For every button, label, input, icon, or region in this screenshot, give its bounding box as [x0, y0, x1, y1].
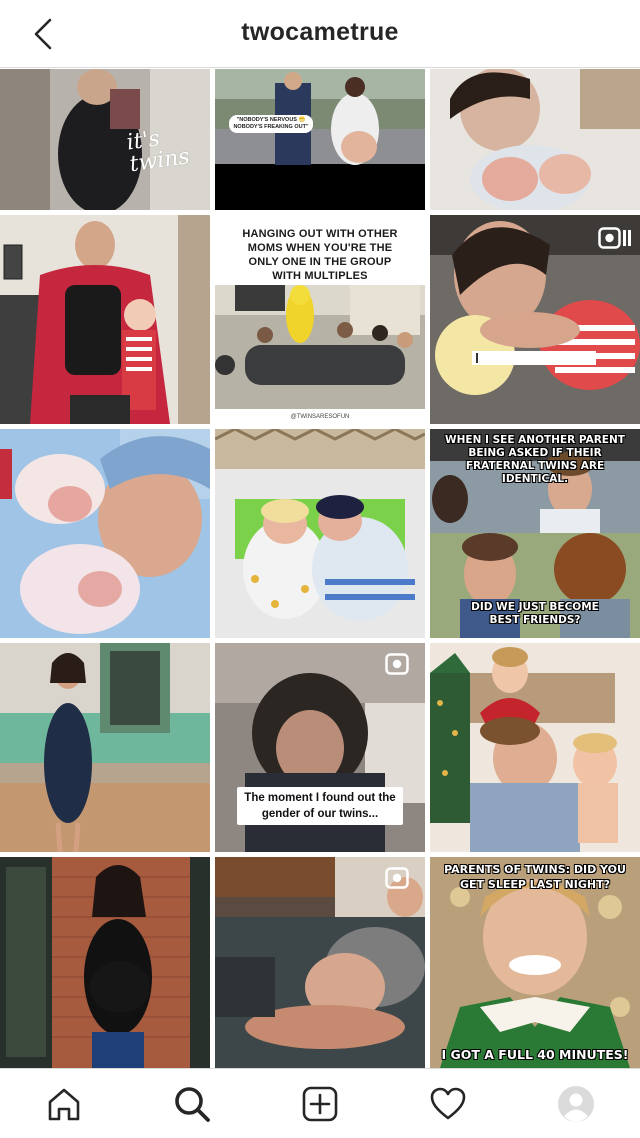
- post-bottom-text: I GOT A FULL 40 MINUTES!: [441, 1047, 629, 1062]
- post-tile-15[interactable]: PARENTS OF TWINS: DID YOU GET SLEEP LAST…: [430, 857, 640, 1068]
- post-credit-text: @TWINSARESOFUN: [290, 414, 350, 420]
- post-tile-11[interactable]: The moment I found out the gender of our…: [215, 643, 425, 852]
- post-image: [0, 643, 210, 852]
- post-image: [215, 69, 425, 210]
- profile-username-title: twocametrue: [241, 18, 399, 46]
- post-tile-6[interactable]: [430, 215, 640, 424]
- video-icon: [385, 653, 409, 675]
- post-tile-14[interactable]: [215, 857, 425, 1068]
- post-bottom-text: DID WE JUST BECOME BEST FRIENDS?: [471, 601, 599, 626]
- reel-icon: [598, 227, 632, 249]
- post-overlay-text: PARENTS OF TWINS: DID YOU GET SLEEP LAST…: [444, 863, 626, 891]
- post-image: [430, 69, 640, 210]
- nav-profile-button[interactable]: [553, 1081, 599, 1127]
- post-tile-2[interactable]: "NOBODY'S NERVOUS 😬 NOBODY'S FREAKING OU…: [215, 69, 425, 210]
- nav-new-post-button[interactable]: [297, 1081, 343, 1127]
- post-image: [0, 857, 210, 1068]
- post-tile-13[interactable]: [0, 857, 210, 1068]
- avatar-icon: [558, 1086, 594, 1122]
- post-tile-3[interactable]: [430, 69, 640, 210]
- post-overlay-text: "NOBODY'S NERVOUS 😬 NOBODY'S FREAKING OU…: [229, 115, 313, 133]
- home-icon: [48, 1088, 80, 1121]
- post-tile-7[interactable]: [0, 429, 210, 638]
- post-tile-4[interactable]: [0, 215, 210, 424]
- post-tile-5[interactable]: HANGING OUT WITH OTHER MOMS WHEN YOU'RE …: [215, 215, 425, 424]
- nav-activity-button[interactable]: [425, 1081, 471, 1127]
- post-overlay-text: HANGING OUT WITH OTHER MOMS WHEN YOU'RE …: [242, 228, 398, 282]
- post-grid: it's twins "NOBODY'S NERVOUS 😬 NOBODY'S …: [0, 69, 640, 1068]
- post-image: [215, 429, 425, 638]
- video-icon: [385, 867, 409, 889]
- post-tile-12[interactable]: [430, 643, 640, 852]
- post-overlay-text: WHEN I SEE ANOTHER PARENT BEING ASKED IF…: [445, 434, 625, 485]
- plus-square-icon: [302, 1086, 338, 1122]
- top-bar: twocametrue: [0, 0, 640, 68]
- post-tile-8[interactable]: [215, 429, 425, 638]
- heart-icon: [430, 1087, 466, 1120]
- search-icon: [175, 1087, 210, 1122]
- post-tile-10[interactable]: [0, 643, 210, 852]
- post-image: [430, 643, 640, 852]
- post-image: [0, 215, 210, 424]
- post-overlay-text: The moment I found out the gender of our…: [237, 787, 403, 825]
- post-tile-9[interactable]: WHEN I SEE ANOTHER PARENT BEING ASKED IF…: [430, 429, 640, 638]
- nav-home-button[interactable]: [41, 1081, 87, 1127]
- nav-search-button[interactable]: [169, 1081, 215, 1127]
- post-image: [0, 429, 210, 638]
- bottom-nav: [0, 1068, 640, 1138]
- post-tile-1[interactable]: it's twins: [0, 69, 210, 210]
